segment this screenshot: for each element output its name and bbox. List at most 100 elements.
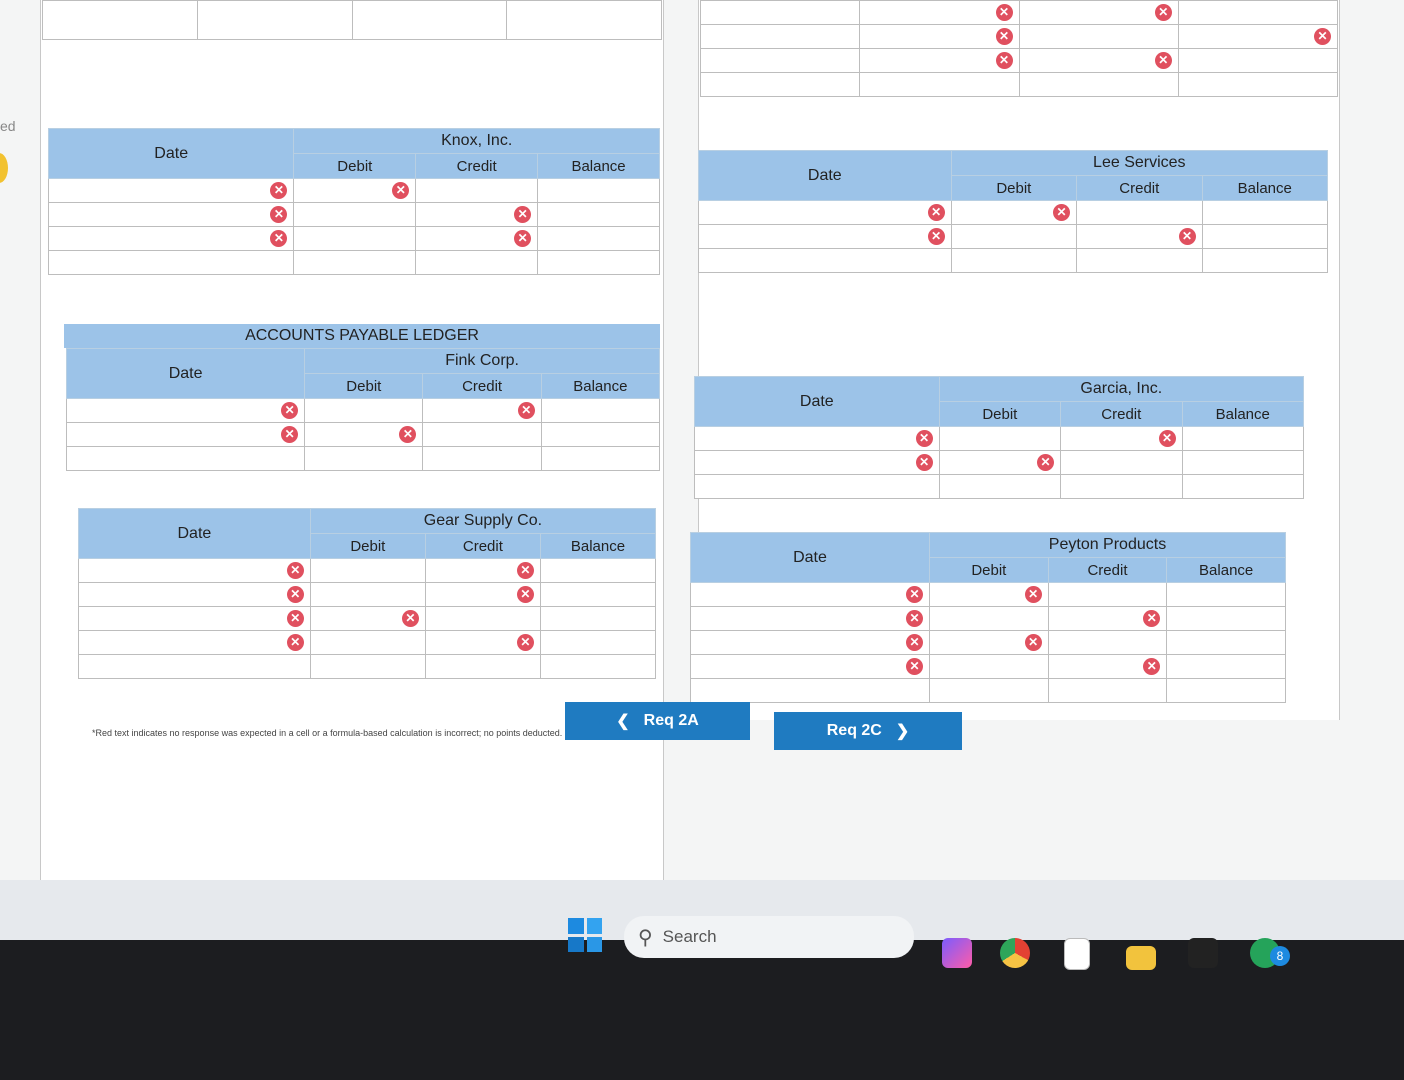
cell-credit[interactable] <box>422 422 542 447</box>
cell-debit[interactable]: ✕ <box>309 606 426 631</box>
cell-date[interactable] <box>78 654 311 679</box>
cell-credit[interactable]: ✕ <box>422 398 542 423</box>
cell-date[interactable]: ✕ <box>690 606 930 631</box>
cell-balance[interactable] <box>540 446 661 471</box>
cell-credit[interactable]: ✕ <box>424 558 541 583</box>
cell-balance[interactable] <box>1166 654 1286 679</box>
cell-credit[interactable]: ✕ <box>424 630 541 655</box>
cell-debit[interactable] <box>309 630 426 655</box>
cell-debit[interactable]: ✕ <box>929 582 1049 607</box>
cell-credit[interactable] <box>1047 630 1168 655</box>
cell-date[interactable]: ✕ <box>65 422 306 447</box>
cell-credit[interactable] <box>1060 474 1183 499</box>
folder-icon[interactable] <box>1126 946 1156 970</box>
cell-balance[interactable] <box>1181 450 1305 475</box>
cell-date[interactable]: ✕ <box>690 630 930 655</box>
cell-balance[interactable] <box>537 202 660 227</box>
cell-balance[interactable] <box>539 558 657 583</box>
document-icon[interactable] <box>1064 938 1090 970</box>
cell-date[interactable] <box>65 446 306 471</box>
cell-balance[interactable] <box>539 630 657 655</box>
cell-balance[interactable] <box>1181 474 1305 499</box>
cell-credit[interactable] <box>424 606 541 631</box>
cell-balance[interactable] <box>539 582 657 607</box>
prev-req-button[interactable]: ❮ Req 2A <box>565 702 750 740</box>
cell-debit[interactable] <box>293 226 417 251</box>
cell-date[interactable] <box>698 248 952 273</box>
cell-date[interactable] <box>47 250 295 275</box>
cell-date[interactable]: ✕ <box>78 582 311 607</box>
cell-debit[interactable] <box>304 446 424 471</box>
cell-date[interactable]: ✕ <box>698 200 952 225</box>
cell-credit[interactable]: ✕ <box>415 202 539 227</box>
chrome-icon[interactable] <box>1000 938 1030 968</box>
cell-debit[interactable] <box>309 558 426 583</box>
cell-debit[interactable] <box>293 250 417 275</box>
cell-credit[interactable]: ✕ <box>424 582 541 607</box>
cell-debit[interactable]: ✕ <box>293 178 417 203</box>
cell-credit[interactable] <box>424 654 541 679</box>
cell-balance[interactable] <box>1166 606 1286 631</box>
cell-debit[interactable] <box>309 582 426 607</box>
cell-credit[interactable] <box>1047 582 1168 607</box>
cell-debit[interactable]: ✕ <box>304 422 424 447</box>
cell-debit[interactable]: ✕ <box>950 200 1078 225</box>
cell-debit[interactable] <box>293 202 417 227</box>
cell-balance[interactable] <box>1166 678 1286 703</box>
cell-balance[interactable] <box>1201 248 1329 273</box>
cell-date[interactable]: ✕ <box>694 450 940 475</box>
cell-date[interactable]: ✕ <box>47 226 295 251</box>
cell-debit[interactable] <box>929 654 1049 679</box>
cell-debit[interactable] <box>950 248 1078 273</box>
cell-balance[interactable] <box>1166 582 1286 607</box>
cell-date[interactable]: ✕ <box>78 606 311 631</box>
cell-debit[interactable] <box>929 606 1049 631</box>
cell-credit[interactable] <box>1076 248 1203 273</box>
cell-debit[interactable]: ✕ <box>929 630 1049 655</box>
cell-date[interactable]: ✕ <box>78 630 311 655</box>
cell-credit[interactable] <box>415 178 539 203</box>
cell-debit[interactable]: ✕ <box>938 450 1062 475</box>
cell-balance[interactable] <box>1201 224 1329 249</box>
cell-credit[interactable]: ✕ <box>1076 224 1203 249</box>
cell-debit[interactable] <box>938 426 1062 451</box>
cell-date[interactable] <box>694 474 940 499</box>
cell-balance[interactable] <box>539 606 657 631</box>
cell-balance[interactable] <box>1201 200 1329 225</box>
cell-balance[interactable] <box>540 422 661 447</box>
copilot-app-icon[interactable] <box>942 938 972 968</box>
cell-date[interactable]: ✕ <box>698 224 952 249</box>
cell-date[interactable]: ✕ <box>690 582 930 607</box>
cell-balance[interactable] <box>537 226 660 251</box>
windows-start-icon[interactable] <box>568 918 602 952</box>
cell-date[interactable]: ✕ <box>78 558 311 583</box>
cell-credit[interactable] <box>1076 200 1203 225</box>
taskbar-search[interactable]: ⚲ Search <box>624 916 914 958</box>
cell-debit[interactable] <box>304 398 424 423</box>
cell-balance[interactable] <box>1166 630 1286 655</box>
cell-balance[interactable] <box>537 250 660 275</box>
cell-debit[interactable] <box>950 224 1078 249</box>
cell-credit[interactable]: ✕ <box>1047 606 1168 631</box>
cell-balance[interactable] <box>1181 426 1305 451</box>
terminal-app-icon[interactable] <box>1188 938 1218 968</box>
cell-balance[interactable] <box>537 178 660 203</box>
cell-credit[interactable] <box>1060 450 1183 475</box>
cell-date[interactable]: ✕ <box>47 202 295 227</box>
cell-date[interactable]: ✕ <box>694 426 940 451</box>
cell-credit[interactable]: ✕ <box>415 226 539 251</box>
cell-date[interactable]: ✕ <box>65 398 306 423</box>
cell-credit[interactable]: ✕ <box>1060 426 1183 451</box>
cell-balance[interactable] <box>539 654 657 679</box>
cell-credit[interactable] <box>415 250 539 275</box>
cell-date[interactable]: ✕ <box>47 178 295 203</box>
cell-date[interactable]: ✕ <box>690 654 930 679</box>
next-req-button[interactable]: Req 2C ❯ <box>774 712 962 750</box>
cell-debit[interactable] <box>938 474 1062 499</box>
cell-credit[interactable] <box>1047 678 1168 703</box>
cell-debit[interactable] <box>309 654 426 679</box>
cell-credit[interactable] <box>422 446 542 471</box>
cell-date[interactable] <box>690 678 930 703</box>
cell-debit[interactable] <box>929 678 1049 703</box>
cell-balance[interactable] <box>540 398 661 423</box>
